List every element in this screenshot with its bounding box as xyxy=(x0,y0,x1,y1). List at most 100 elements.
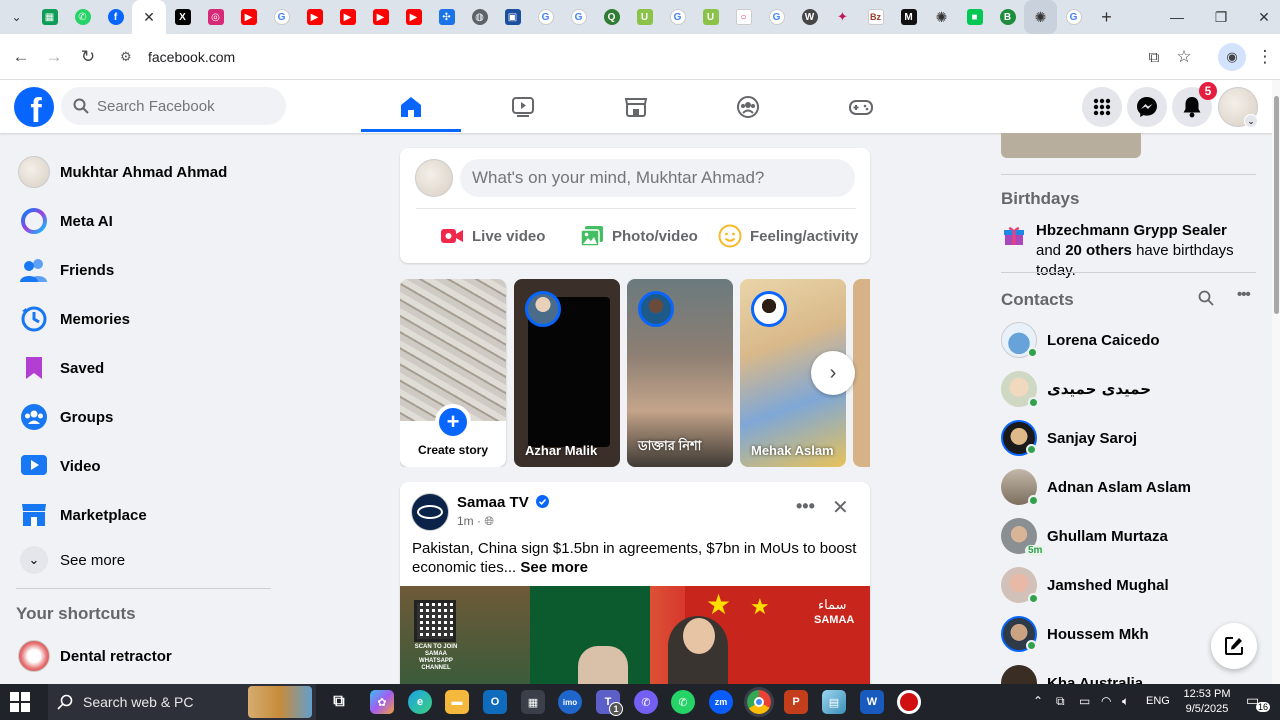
forward-button[interactable]: → xyxy=(42,45,66,69)
contact-item[interactable]: Sanjay Saroj xyxy=(993,416,1263,460)
nav-home[interactable] xyxy=(361,80,461,133)
facebook-search[interactable] xyxy=(61,87,286,125)
store-app[interactable]: ▦ xyxy=(521,690,545,714)
see-more-link[interactable]: See more xyxy=(520,559,588,576)
contact-item[interactable]: 5m Ghullam Murtaza xyxy=(993,514,1263,558)
hide-post-button[interactable]: ✕ xyxy=(832,495,849,520)
tab-x[interactable]: X xyxy=(166,0,199,34)
nav-video[interactable] xyxy=(473,80,573,133)
tab-google[interactable]: G xyxy=(1057,0,1090,34)
tab-youtube[interactable]: ▶ xyxy=(331,0,364,34)
powerpoint-app[interactable]: P xyxy=(784,690,808,714)
tab-sheets[interactable]: ▦ xyxy=(33,0,66,34)
tab-b[interactable]: B xyxy=(991,0,1024,34)
contacts-options-button[interactable]: ••• xyxy=(1237,286,1251,303)
contact-item[interactable]: حمیدی حمیدی xyxy=(993,367,1263,411)
tab-whatsapp[interactable]: ✆ xyxy=(66,0,99,34)
tab-google[interactable]: G xyxy=(661,0,694,34)
task-view-button[interactable]: ⧉ xyxy=(327,690,351,714)
tab-m[interactable]: M xyxy=(892,0,925,34)
photo-video-button[interactable]: Photo/video xyxy=(580,220,698,252)
post-author-name[interactable]: Samaa TV xyxy=(457,494,549,511)
tab-google[interactable]: G xyxy=(265,0,298,34)
imo-app[interactable]: imo xyxy=(558,690,582,714)
scrollbar-thumb[interactable] xyxy=(1274,96,1279,314)
tray-volume[interactable]: 🔈︎ xyxy=(1122,694,1129,709)
url-field[interactable]: facebook.com xyxy=(148,49,235,65)
tab-facebook[interactable]: f xyxy=(99,0,132,34)
sidebar-item-groups[interactable]: Groups xyxy=(8,393,280,441)
tab-instagram[interactable]: ◎ xyxy=(199,0,232,34)
nav-marketplace[interactable] xyxy=(586,80,686,133)
tab-chat[interactable]: ■ xyxy=(958,0,991,34)
chrome-app[interactable] xyxy=(747,690,771,714)
tab-youtube[interactable]: ▶ xyxy=(232,0,265,34)
install-app-button[interactable]: ⧉ xyxy=(1142,45,1166,69)
contacts-search-button[interactable] xyxy=(1198,290,1214,311)
tray-wifi[interactable]: ◠ xyxy=(1101,694,1111,708)
nav-gaming[interactable] xyxy=(811,80,911,133)
file-explorer-app[interactable]: ▬ xyxy=(445,690,469,714)
browser-menu-button[interactable]: ⋮ xyxy=(1253,45,1277,69)
tab-google[interactable]: G xyxy=(562,0,595,34)
new-tab-button[interactable]: + xyxy=(1090,0,1123,34)
sidebar-item-profile[interactable]: Mukhtar Ahmad Ahmad xyxy=(8,148,280,196)
tab-u[interactable]: U xyxy=(628,0,661,34)
taskbar-clock[interactable]: 12:53 PM 9/5/2025 xyxy=(1172,687,1242,717)
contact-item[interactable]: Jamshed Mughal xyxy=(993,563,1263,607)
tab-circle[interactable]: ○ xyxy=(727,0,760,34)
feeling-activity-button[interactable]: Feeling/activity xyxy=(718,220,858,252)
teams-app[interactable]: T 1 xyxy=(596,690,623,716)
contact-item[interactable]: Adnan Aslam Aslam xyxy=(993,465,1263,509)
taskbar-search[interactable]: Search web & PC xyxy=(48,684,316,720)
menu-button[interactable] xyxy=(1082,87,1122,127)
close-window-button[interactable]: ✕ xyxy=(1242,0,1280,34)
tab-google[interactable]: G xyxy=(529,0,562,34)
stories-next-button[interactable]: › xyxy=(811,351,855,395)
tab-chatgpt[interactable]: ✺ xyxy=(925,0,958,34)
tray-overflow-button[interactable]: ⌃ xyxy=(1033,694,1043,708)
search-input[interactable] xyxy=(97,97,277,115)
tab-google[interactable]: G xyxy=(760,0,793,34)
nav-groups[interactable] xyxy=(698,80,798,133)
live-video-button[interactable]: Live video xyxy=(440,220,545,252)
notification-center-button[interactable]: ▭ 16 xyxy=(1246,692,1271,712)
sidebar-item-memories[interactable]: Memories xyxy=(8,295,280,343)
facebook-logo[interactable]: f xyxy=(14,87,54,127)
story-card[interactable]: Azhar Malik xyxy=(514,279,620,467)
shortcut-item[interactable]: Dental retractor xyxy=(8,632,280,680)
see-more-button[interactable]: ⌄ See more xyxy=(8,536,280,584)
sidebar-item-video[interactable]: Video xyxy=(8,442,280,490)
tab-youtube[interactable]: ▶ xyxy=(397,0,430,34)
sidebar-item-friends[interactable]: Friends xyxy=(8,246,280,294)
sidebar-item-saved[interactable]: Saved xyxy=(8,344,280,392)
tab-quora[interactable]: Q xyxy=(595,0,628,34)
story-card[interactable]: ডাক্তার নিশা xyxy=(627,279,733,467)
tab-youtube[interactable]: ▶ xyxy=(298,0,331,34)
story-card[interactable] xyxy=(853,279,870,467)
tab-wordpress[interactable]: W xyxy=(793,0,826,34)
composer-input[interactable] xyxy=(460,159,855,197)
notepad-app[interactable]: ▤ xyxy=(822,690,846,714)
create-story-card[interactable]: + Create story xyxy=(400,279,506,467)
tray-battery[interactable]: ▭ xyxy=(1079,694,1090,708)
new-message-button[interactable] xyxy=(1211,623,1257,669)
sidebar-item-marketplace[interactable]: Marketplace xyxy=(8,491,280,539)
zoom-app[interactable]: zm xyxy=(709,690,733,714)
messenger-button[interactable] xyxy=(1127,87,1167,127)
post-image[interactable]: ★ ★ SCAN TO JOIN SAMAA WHATSAPP CHANNEL … xyxy=(400,586,870,684)
bookmark-button[interactable]: ☆ xyxy=(1172,45,1196,69)
edge-app[interactable]: e xyxy=(408,690,432,714)
tab-youtube[interactable]: ▶ xyxy=(364,0,397,34)
outlook-app[interactable]: O xyxy=(483,690,507,714)
back-button[interactable]: ← xyxy=(9,45,33,69)
language-indicator[interactable]: ENG xyxy=(1146,695,1170,707)
word-app[interactable]: W xyxy=(860,690,884,714)
sponsored-image[interactable] xyxy=(1001,133,1141,158)
post-author-avatar[interactable] xyxy=(411,493,449,531)
profile-button[interactable]: ◉ xyxy=(1218,43,1246,71)
tab-star[interactable]: ✦ xyxy=(826,0,859,34)
tab-search-button[interactable]: ⌄ xyxy=(0,0,33,34)
tab-extension[interactable]: ✣ xyxy=(430,0,463,34)
tab-active-close[interactable]: ✕ xyxy=(132,0,166,34)
